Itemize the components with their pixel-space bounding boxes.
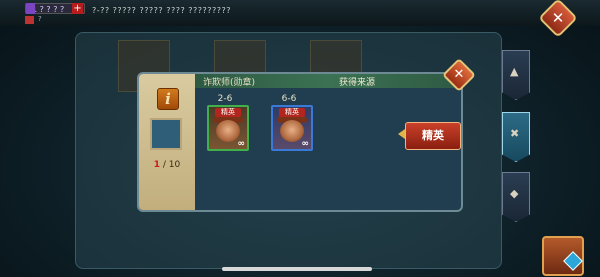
stage-label: 2-6: [217, 94, 233, 104]
close-icon: ✕: [551, 9, 565, 27]
infinity-icon: ∞: [237, 139, 246, 149]
add-resource-button[interactable]: +: [72, 3, 83, 14]
pointer-arrow-icon: [398, 129, 405, 139]
home-indicator[interactable]: [222, 267, 372, 271]
shard-current: 1: [153, 160, 161, 170]
side-banner-swords[interactable]: ✖: [502, 112, 530, 162]
hero-name: 诈欺师(勋章): [203, 78, 256, 88]
hero-portrait: [216, 120, 240, 142]
resource2-value: ?: [38, 15, 42, 23]
elite-tag: 精英: [279, 108, 305, 117]
top-bar: 1 ? ? ? ? + ? ?-?? ????? ????? ???? ????…: [0, 0, 600, 26]
side-banner-shield[interactable]: ◆: [502, 172, 530, 222]
close-icon: ✕: [453, 67, 465, 82]
stage-card[interactable]: 精英 ∞: [207, 105, 249, 151]
resource2-icon: [25, 16, 34, 24]
gem-icon: [26, 3, 35, 14]
source-title: 获得来源: [339, 78, 376, 88]
resource-value: 1 ? ? ? ?: [32, 5, 65, 14]
side-banner-helmet[interactable]: ▲: [502, 50, 530, 100]
source-dialog: i 1 / 10 诈欺师(勋章) 获得来源 2-6 精英 ∞ 6-6 精英 ∞ …: [137, 72, 463, 212]
stage-card[interactable]: 精英 ∞: [271, 105, 313, 151]
elite-button[interactable]: 精英: [405, 122, 461, 150]
top-status-text: ?-?? ????? ????? ???? ?????????: [92, 6, 231, 15]
elite-tag: 精英: [215, 108, 241, 117]
crossed-swords-icon: ✖: [510, 127, 520, 140]
helmet-icon: ▲: [510, 65, 519, 78]
infinity-icon: ∞: [301, 139, 310, 149]
hero-portrait: [280, 120, 304, 142]
shield-icon: ◆: [510, 187, 519, 200]
shard-info-column: i 1 / 10: [139, 74, 195, 210]
info-icon[interactable]: i: [157, 88, 179, 110]
shard-total: / 10: [162, 160, 181, 170]
stage-label: 6-6: [281, 94, 297, 104]
shard-count: 1 / 10: [149, 160, 185, 170]
hero-shard-icon: [150, 118, 182, 150]
